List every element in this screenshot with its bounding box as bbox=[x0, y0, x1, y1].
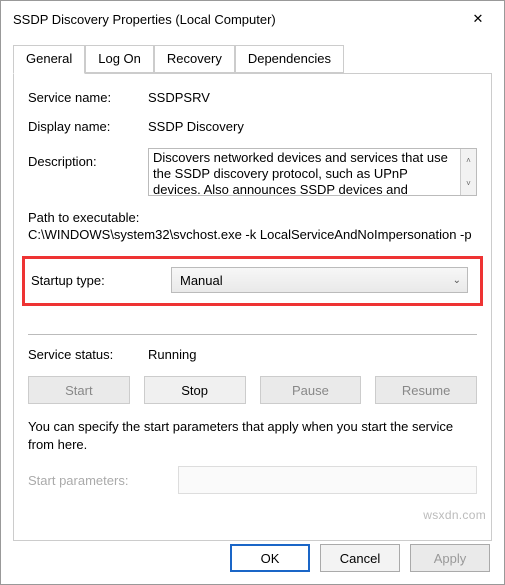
window-title: SSDP Discovery Properties (Local Compute… bbox=[13, 12, 276, 27]
display-name-row: Display name: SSDP Discovery bbox=[28, 119, 477, 134]
pause-button: Pause bbox=[260, 376, 362, 404]
titlebar: SSDP Discovery Properties (Local Compute… bbox=[1, 1, 504, 37]
control-buttons: Start Stop Pause Resume bbox=[28, 376, 477, 404]
display-name-label: Display name: bbox=[28, 119, 148, 134]
parameters-hint: You can specify the start parameters tha… bbox=[28, 418, 477, 454]
path-value: C:\WINDOWS\system32\svchost.exe -k Local… bbox=[28, 227, 477, 242]
stop-button[interactable]: Stop bbox=[144, 376, 246, 404]
start-button: Start bbox=[28, 376, 130, 404]
ok-button[interactable]: OK bbox=[230, 544, 310, 572]
close-icon: ✕ bbox=[473, 11, 484, 27]
separator bbox=[28, 334, 477, 335]
tab-strip: General Log On Recovery Dependencies bbox=[13, 45, 492, 73]
properties-window: SSDP Discovery Properties (Local Compute… bbox=[0, 0, 505, 585]
close-button[interactable]: ✕ bbox=[458, 4, 498, 34]
description-scroll[interactable]: ˄ ˅ bbox=[460, 149, 476, 195]
display-name-value: SSDP Discovery bbox=[148, 119, 477, 134]
chevron-down-icon: ⌄ bbox=[453, 275, 461, 286]
tab-general[interactable]: General bbox=[13, 45, 85, 74]
description-box: Discovers networked devices and services… bbox=[148, 148, 477, 196]
tab-logon[interactable]: Log On bbox=[85, 45, 154, 73]
startup-type-value: Manual bbox=[180, 273, 223, 288]
start-parameters-label: Start parameters: bbox=[28, 473, 178, 488]
description-row: Description: Discovers networked devices… bbox=[28, 148, 477, 196]
client-area: General Log On Recovery Dependencies Ser… bbox=[1, 37, 504, 553]
description-text[interactable]: Discovers networked devices and services… bbox=[149, 149, 460, 195]
resume-button: Resume bbox=[375, 376, 477, 404]
dialog-buttons: OK Cancel Apply bbox=[230, 544, 490, 572]
startup-type-label: Startup type: bbox=[31, 273, 161, 288]
tab-recovery[interactable]: Recovery bbox=[154, 45, 235, 73]
service-name-label: Service name: bbox=[28, 90, 148, 105]
tab-dependencies[interactable]: Dependencies bbox=[235, 45, 344, 73]
startup-type-dropdown[interactable]: Manual ⌄ bbox=[171, 267, 468, 293]
watermark: wsxdn.com bbox=[423, 508, 486, 522]
start-parameters-input bbox=[178, 466, 477, 494]
tab-panel-general: Service name: SSDPSRV Display name: SSDP… bbox=[13, 73, 492, 541]
chevron-up-icon[interactable]: ˄ bbox=[461, 149, 476, 172]
service-name-value: SSDPSRV bbox=[148, 90, 477, 105]
chevron-down-icon[interactable]: ˅ bbox=[461, 172, 476, 195]
cancel-button[interactable]: Cancel bbox=[320, 544, 400, 572]
start-parameters-row: Start parameters: bbox=[28, 466, 477, 494]
service-name-row: Service name: SSDPSRV bbox=[28, 90, 477, 105]
service-status-label: Service status: bbox=[28, 347, 148, 362]
service-status-row: Service status: Running bbox=[28, 347, 477, 362]
path-label: Path to executable: bbox=[28, 210, 477, 225]
startup-type-highlight: Startup type: Manual ⌄ bbox=[22, 256, 483, 306]
apply-button: Apply bbox=[410, 544, 490, 572]
service-status-value: Running bbox=[148, 347, 477, 362]
description-label: Description: bbox=[28, 148, 148, 169]
